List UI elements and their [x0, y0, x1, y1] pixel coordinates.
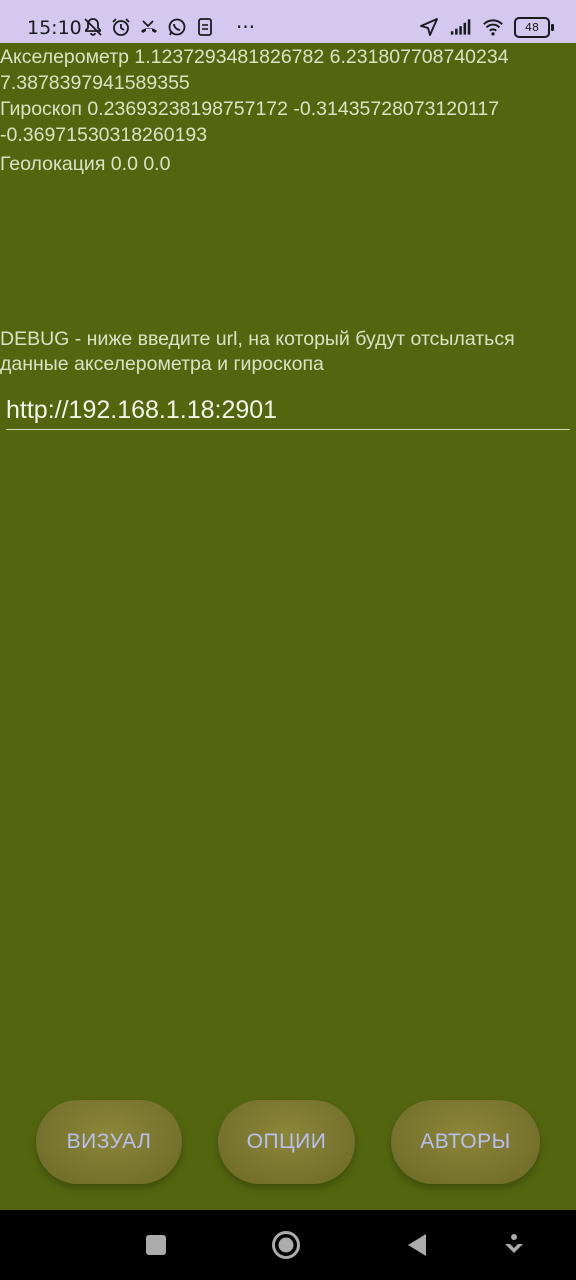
- accelerometer-readout-cont: 7.3878397941589355: [0, 72, 190, 94]
- home-icon[interactable]: [271, 1230, 301, 1260]
- battery-level: 48: [514, 16, 550, 38]
- recents-icon[interactable]: [141, 1230, 171, 1260]
- gyroscope-readout-cont: -0.36971530318260193: [0, 124, 208, 146]
- debug-instructions-cont: данные акселерометра и гироскопа: [0, 353, 324, 375]
- options-button[interactable]: ОПЦИИ: [218, 1100, 355, 1184]
- url-input[interactable]: [6, 391, 570, 430]
- status-bar: 15:10 ··· 48: [0, 0, 576, 43]
- keyboard-hide-icon[interactable]: [499, 1230, 529, 1260]
- missed-call-icon: [138, 16, 160, 38]
- accelerometer-readout: Акселерометр 1.1237293481826782 6.231807…: [0, 46, 509, 68]
- battery-icon: 48: [514, 16, 554, 38]
- status-time: 15:10: [27, 17, 82, 39]
- back-icon[interactable]: [402, 1230, 432, 1260]
- debug-instructions: DEBUG - ниже введите url, на который буд…: [0, 328, 515, 350]
- gyroscope-readout: Гироскоп 0.23693238198757172 -0.31435728…: [0, 98, 500, 120]
- visual-button[interactable]: ВИЗУАЛ: [36, 1100, 182, 1184]
- muted-bell-icon: [82, 16, 104, 38]
- notification-icons: ···: [82, 16, 255, 38]
- navigation-bar: [0, 1210, 576, 1280]
- geolocation-readout: Геолокация 0.0 0.0: [0, 153, 171, 175]
- signal-icon: [450, 16, 472, 38]
- more-notifications-icon: ···: [236, 15, 256, 39]
- location-arrow-icon: [418, 16, 440, 38]
- sim-icon: [194, 16, 216, 38]
- authors-button[interactable]: АВТОРЫ: [391, 1100, 540, 1184]
- alarm-icon: [110, 16, 132, 38]
- wifi-icon: [482, 16, 504, 38]
- system-icons: 48: [418, 16, 554, 38]
- whatsapp-icon: [166, 16, 188, 38]
